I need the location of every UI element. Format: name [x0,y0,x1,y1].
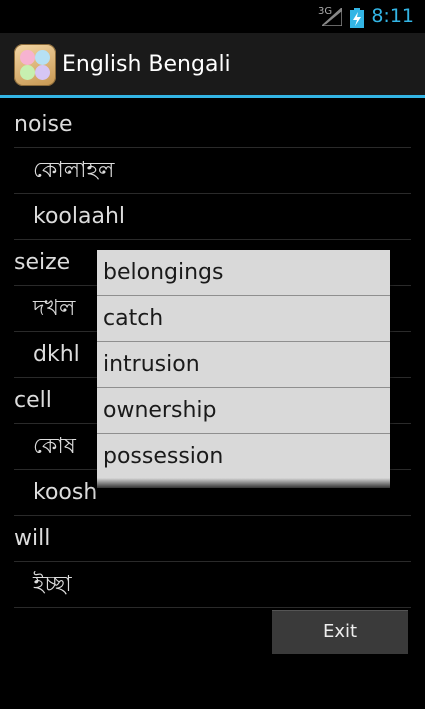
app-icon-dot [20,65,35,80]
popup-item[interactable]: possession [97,434,390,480]
list-item-transliteration[interactable]: koolaahl [14,194,411,240]
list-item-word[interactable]: noise [14,102,411,148]
synonym-popup: belongings catch intrusion ownership pos… [97,250,390,488]
popup-item[interactable]: catch [97,296,390,342]
app-icon-dot [35,50,50,65]
signal-icon [322,8,342,26]
popup-item[interactable]: ownership [97,388,390,434]
app-icon-dot [20,50,35,65]
clock: 8:11 [371,5,414,27]
popup-fade [97,478,390,488]
action-bar: English Bengali [0,33,425,98]
app-icon-dot [35,65,50,80]
list-item-word[interactable]: will [14,516,411,562]
list-item-translation[interactable]: ইচ্ছা [14,562,411,608]
popup-item[interactable]: belongings [97,250,390,296]
app-title: English Bengali [62,52,231,77]
status-bar: 3G 8:11 [0,0,425,33]
list-item-translation[interactable]: কোলাহল [14,148,411,194]
exit-button[interactable]: Exit [272,610,408,654]
popup-item[interactable]: intrusion [97,342,390,388]
app-icon[interactable] [14,44,56,86]
battery-charging-icon [350,8,364,28]
